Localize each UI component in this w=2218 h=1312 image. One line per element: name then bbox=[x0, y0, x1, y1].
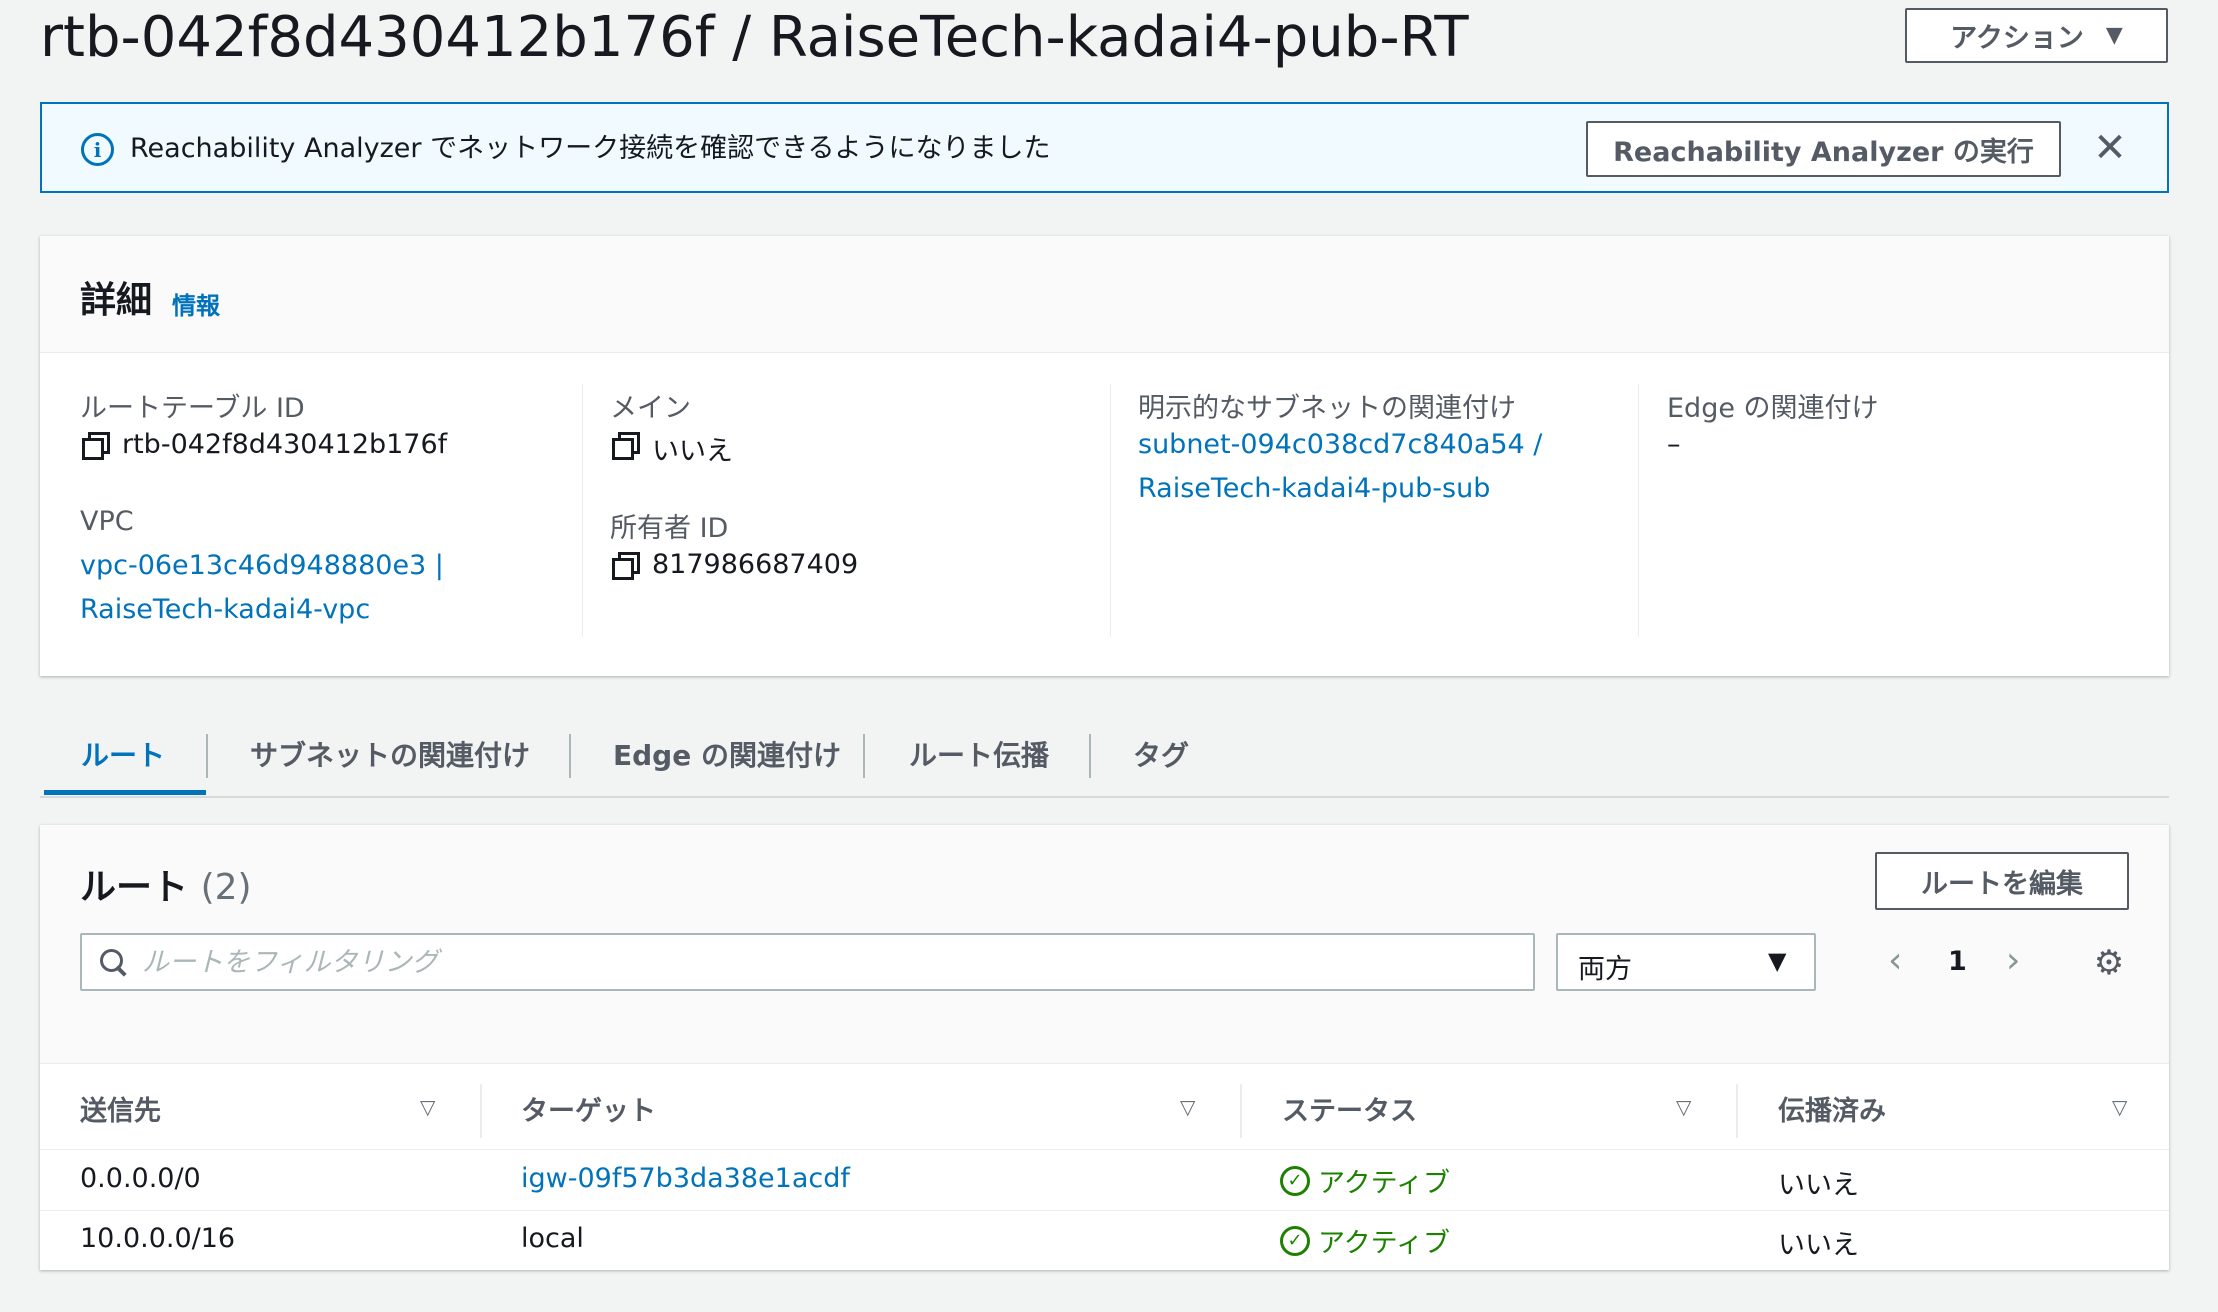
routes-panel: ルート (2) ルートを編集 両方 ▼ ‹ 1 › ⚙ 送信先 ▽ ターゲット … bbox=[40, 825, 2169, 1270]
details-title: 詳細 bbox=[80, 280, 153, 321]
sort-icon[interactable]: ▽ bbox=[2112, 1095, 2127, 1119]
column-header-target[interactable]: ターゲット bbox=[521, 1087, 656, 1137]
routes-title-text: ルート bbox=[80, 867, 189, 908]
tab-edge-associations[interactable]: Edge の関連付け bbox=[613, 733, 841, 779]
caret-down-icon: ▼ bbox=[2105, 23, 2123, 48]
row-status: ✓ アクティブ bbox=[1280, 1221, 1450, 1260]
column-separator[interactable] bbox=[1736, 1084, 1738, 1138]
column-divider bbox=[1638, 384, 1639, 637]
row-destination: 10.0.0.0/16 bbox=[80, 1223, 236, 1254]
check-circle-icon: ✓ bbox=[1280, 1225, 1310, 1256]
gear-icon[interactable]: ⚙ bbox=[2092, 946, 2126, 980]
owner-id-value: 817986687409 bbox=[652, 549, 859, 580]
close-icon[interactable]: ✕ bbox=[2088, 126, 2132, 170]
edge-associations-label: Edge の関連付け bbox=[1667, 393, 1879, 424]
routes-header: ルート (2) ルートを編集 両方 ▼ ‹ 1 › ⚙ bbox=[40, 825, 2169, 1064]
tabs-baseline bbox=[40, 796, 2169, 798]
copy-icon[interactable] bbox=[82, 432, 110, 460]
search-icon bbox=[100, 949, 128, 977]
row-destination: 0.0.0.0/0 bbox=[80, 1163, 201, 1194]
routes-title: ルート (2) bbox=[80, 858, 252, 910]
column-header-destination[interactable]: 送信先 bbox=[80, 1087, 161, 1137]
edit-routes-button[interactable]: ルートを編集 bbox=[1875, 852, 2129, 910]
details-header: 詳細 情報 bbox=[40, 236, 2169, 353]
vpc-link[interactable]: vpc-06e13c46d948880e3 | bbox=[80, 550, 444, 581]
header-divider bbox=[40, 1149, 2169, 1150]
column-header-propagated[interactable]: 伝播済み bbox=[1778, 1087, 1886, 1137]
tab-route-propagation[interactable]: ルート伝播 bbox=[909, 733, 1049, 779]
actions-button[interactable]: アクション ▼ bbox=[1905, 8, 2168, 63]
info-link[interactable]: 情報 bbox=[172, 286, 220, 321]
chevron-left-icon[interactable]: ‹ bbox=[1888, 943, 1902, 979]
banner-message: Reachability Analyzer でネットワーク接続を確認できるように… bbox=[130, 133, 1051, 164]
tab-tags[interactable]: タグ bbox=[1133, 733, 1189, 779]
info-banner: i Reachability Analyzer でネットワーク接続を確認できるよ… bbox=[40, 102, 2169, 193]
tab-separator bbox=[863, 734, 865, 778]
chevron-right-icon[interactable]: › bbox=[2006, 943, 2020, 979]
copy-icon[interactable] bbox=[612, 432, 640, 460]
row-divider bbox=[40, 1210, 2169, 1211]
tab-separator bbox=[1089, 734, 1091, 778]
vpc-label: VPC bbox=[80, 506, 134, 537]
details-panel: 詳細 情報 ルートテーブル ID rtb-042f8d430412b176f V… bbox=[40, 236, 2169, 676]
route-table-id-label: ルートテーブル ID bbox=[80, 393, 305, 424]
page-title: rtb-042f8d430412b176f / RaiseTech-kadai4… bbox=[40, 5, 1469, 70]
subnet-associations-label: 明示的なサブネットの関連付け bbox=[1138, 393, 1516, 424]
edge-associations-value: – bbox=[1667, 429, 1681, 460]
copy-icon[interactable] bbox=[612, 552, 640, 580]
tab-subnet-associations[interactable]: サブネットの関連付け bbox=[250, 733, 530, 779]
sort-icon[interactable]: ▽ bbox=[420, 1095, 435, 1119]
tab-routes[interactable]: ルート bbox=[81, 733, 165, 779]
row-propagated: いいえ bbox=[1778, 1170, 1859, 1201]
sort-icon[interactable]: ▽ bbox=[1180, 1095, 1195, 1119]
route-table-id-value: rtb-042f8d430412b176f bbox=[122, 429, 448, 460]
column-header-status[interactable]: ステータス bbox=[1282, 1087, 1417, 1137]
column-divider bbox=[582, 384, 583, 637]
vpc-link-name[interactable]: RaiseTech-kadai4-vpc bbox=[80, 594, 370, 625]
current-page-number[interactable]: 1 bbox=[1948, 946, 1967, 977]
row-status-text: アクティブ bbox=[1318, 1228, 1451, 1259]
column-separator[interactable] bbox=[480, 1084, 482, 1138]
main-value: いいえ bbox=[652, 436, 733, 467]
route-filter bbox=[80, 933, 1535, 991]
propagation-filter-value: 両方 bbox=[1578, 954, 1632, 985]
main-label: メイン bbox=[610, 393, 691, 424]
propagation-filter-select[interactable]: 両方 ▼ bbox=[1556, 933, 1816, 991]
active-tab-indicator bbox=[44, 790, 206, 795]
subnet-link-name[interactable]: RaiseTech-kadai4-pub-sub bbox=[1138, 473, 1490, 504]
run-reachability-analyzer-button[interactable]: Reachability Analyzer の実行 bbox=[1586, 121, 2061, 177]
column-divider bbox=[1110, 384, 1111, 637]
info-icon: i bbox=[81, 133, 114, 166]
column-separator[interactable] bbox=[1240, 1084, 1242, 1138]
route-filter-input[interactable] bbox=[142, 941, 1522, 983]
tab-separator bbox=[206, 734, 208, 778]
row-status-text: アクティブ bbox=[1318, 1168, 1451, 1199]
row-propagated: いいえ bbox=[1778, 1230, 1859, 1261]
owner-id-label: 所有者 ID bbox=[610, 513, 729, 544]
tab-separator bbox=[569, 734, 571, 778]
check-circle-icon: ✓ bbox=[1280, 1165, 1310, 1196]
row-status: ✓ アクティブ bbox=[1280, 1161, 1450, 1200]
actions-button-label: アクション bbox=[1950, 23, 2084, 54]
row-target: local bbox=[521, 1223, 584, 1254]
routes-count: (2) bbox=[200, 867, 252, 908]
sort-icon[interactable]: ▽ bbox=[1676, 1095, 1691, 1119]
row-target-link[interactable]: igw-09f57b3da38e1acdf bbox=[521, 1163, 850, 1194]
caret-down-icon: ▼ bbox=[1768, 947, 1787, 975]
subnet-link[interactable]: subnet-094c038cd7c840a54 / bbox=[1138, 429, 1542, 460]
